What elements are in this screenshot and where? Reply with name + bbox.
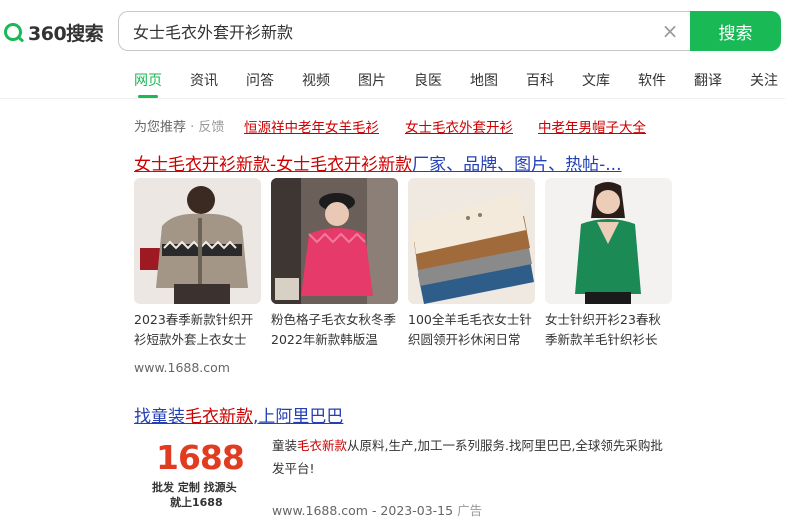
result-1-url: www.1688.com (134, 360, 230, 375)
result-1-title[interactable]: 女士毛衣开衫新款-女士毛衣开衫新款厂家、品牌、图片、热帖-... (134, 150, 622, 175)
result-2-title-c: ,上阿里巴巴 (253, 407, 344, 427)
recommend-link-2[interactable]: 女士毛衣外套开衫 (405, 116, 513, 136)
product-image-3[interactable] (408, 178, 535, 304)
logo-1688-number: 1688 (156, 438, 245, 477)
product-caption-2[interactable]: 粉色格子毛衣女秋冬季2022年新款韩版温 (271, 310, 399, 350)
search-box[interactable]: × (118, 11, 692, 51)
result-2-desc-a: 童装 (272, 438, 298, 453)
product-image-4[interactable] (545, 178, 672, 304)
tab-map[interactable]: 地图 (470, 70, 498, 90)
header-divider (0, 98, 785, 99)
tab-baike[interactable]: 百科 (526, 70, 554, 90)
tab-wenku[interactable]: 文库 (582, 70, 610, 90)
result-2-title-a: 找童装 (134, 407, 185, 427)
tab-qa[interactable]: 问答 (246, 70, 274, 90)
logo-slogan-1: 批发 定制 找源头 (152, 481, 237, 494)
tab-web[interactable]: 网页 (134, 70, 162, 90)
result-2-url-line: www.1688.com - 2023-03-15 广告 (272, 500, 482, 519)
clear-icon[interactable]: × (660, 21, 680, 41)
tab-video[interactable]: 视频 (302, 70, 330, 90)
product-caption-4[interactable]: 女士针织开衫23春秋季新款羊毛针织衫长 (545, 310, 673, 350)
tab-software[interactable]: 软件 (638, 70, 666, 90)
logo-search-icon (4, 23, 22, 41)
search-button[interactable]: 搜索 (690, 11, 781, 51)
recommend-link-3[interactable]: 中老年男帽子大全 (538, 116, 646, 136)
tab-images[interactable]: 图片 (358, 70, 386, 90)
tab-follow[interactable]: 关注 (750, 70, 778, 90)
result-2-title-highlight: 毛衣新款 (185, 407, 253, 427)
tab-doctor[interactable]: 良医 (414, 70, 442, 90)
feedback-link[interactable]: · 反馈 (190, 120, 224, 135)
logo-slogan-2: 就上1688 (170, 496, 223, 509)
product-image-1[interactable] (134, 178, 261, 304)
result-2-title[interactable]: 找童装毛衣新款,上阿里巴巴 (134, 402, 343, 427)
result-2-description: 童装毛衣新款从原料,生产,加工一系列服务.找阿里巴巴,全球领先采购批发平台! (272, 434, 672, 480)
recommend-bar: 为您推荐 · 反馈 (134, 116, 224, 135)
product-caption-1[interactable]: 2023春季新款针织开衫短款外套上衣女士 (134, 310, 262, 350)
logo[interactable]: 360搜索 (4, 20, 104, 45)
result-2-desc-highlight: 毛衣新款 (297, 438, 348, 453)
product-image-2[interactable] (271, 178, 398, 304)
recommend-link-1[interactable]: 恒源祥中老年女羊毛衫 (244, 116, 379, 136)
search-input[interactable] (133, 12, 653, 50)
product-caption-3[interactable]: 100全羊毛毛衣女士针织圆领开衫休闲日常 (408, 310, 536, 350)
tab-news[interactable]: 资讯 (190, 70, 218, 90)
result-1-title-rest: 厂家、品牌、图片、热帖-... (412, 155, 622, 175)
recommend-label: 为您推荐 (134, 120, 187, 135)
alibaba-1688-logo[interactable]: 1688 批发 定制 找源头 就上1688 (134, 432, 257, 512)
result-1-title-highlight: 女士毛衣开衫新款-女士毛衣开衫新款 (134, 155, 413, 175)
tab-translate[interactable]: 翻译 (694, 70, 722, 90)
logo-text: 360搜索 (28, 22, 104, 45)
